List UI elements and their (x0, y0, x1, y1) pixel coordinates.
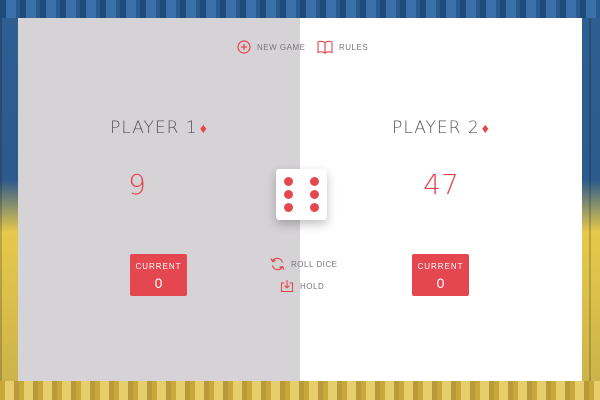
hold-label: HOLD (300, 281, 325, 291)
active-player-icon: ♦ (199, 121, 208, 137)
roll-dice-button[interactable]: ROLL DICE (270, 257, 337, 271)
roll-dice-label: ROLL DICE (291, 259, 338, 269)
player-1-score: 9 (128, 168, 146, 201)
player-2-current-label: CURRENT (417, 262, 464, 271)
dice-pip (310, 203, 319, 212)
book-icon (317, 40, 333, 54)
player-2-current-box: CURRENT 0 (412, 254, 469, 296)
dice (276, 169, 327, 220)
rules-label: RULES (339, 42, 369, 52)
background-fence-bottom (0, 381, 600, 400)
player-2-current-value: 0 (436, 275, 445, 291)
player-1-current-box: CURRENT 0 (130, 254, 187, 296)
hold-button[interactable]: HOLD (280, 279, 324, 293)
dice-pip (284, 190, 293, 199)
player-1-current-value: 0 (154, 275, 163, 291)
dice-pip (284, 177, 293, 186)
player-2-name: PLAYER 2 ♦ (300, 118, 582, 138)
dice-pip (310, 190, 319, 199)
player-2-score: 47 (423, 168, 459, 201)
refresh-icon (270, 257, 285, 271)
plus-circle-icon (237, 40, 251, 54)
player-2-panel: PLAYER 2 ♦ 47 CURRENT 0 (300, 18, 582, 381)
dice-pip (284, 203, 293, 212)
new-game-button[interactable]: NEW GAME (237, 40, 305, 54)
player-1-name: PLAYER 1 ♦ (18, 118, 300, 138)
active-player-icon: ♦ (481, 121, 490, 137)
player-1-panel: PLAYER 1 ♦ 9 CURRENT 0 (18, 18, 300, 381)
player-2-name-text: PLAYER 2 (392, 118, 480, 138)
rules-button[interactable]: RULES (317, 40, 368, 54)
player-1-name-text: PLAYER 1 (110, 118, 198, 138)
background-fence-top (0, 0, 600, 18)
player-1-current-label: CURRENT (135, 262, 182, 271)
new-game-label: NEW GAME (257, 42, 306, 52)
download-icon (280, 280, 294, 293)
dice-pip (310, 177, 319, 186)
